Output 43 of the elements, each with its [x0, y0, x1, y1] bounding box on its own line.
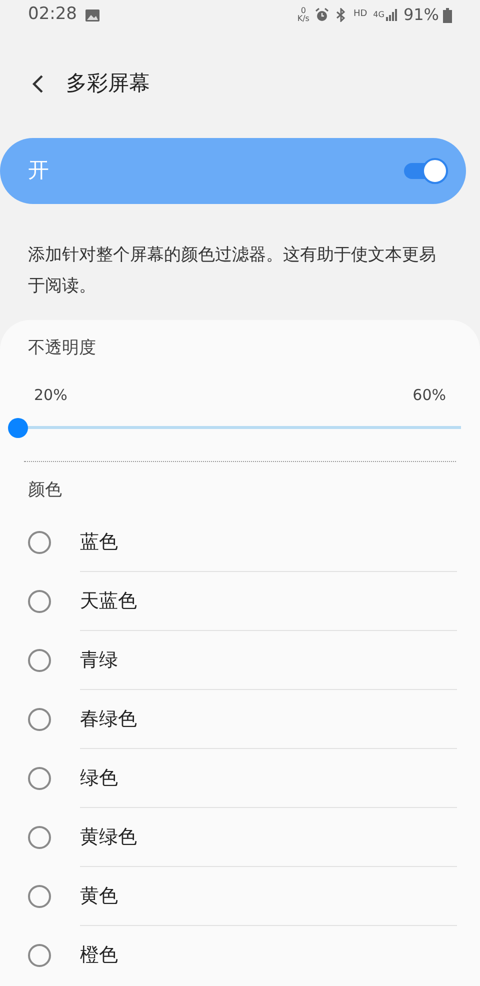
network-type: 4G — [373, 9, 384, 21]
bluetooth-icon — [335, 8, 348, 22]
opacity-title: 不透明度 — [27, 337, 96, 360]
radio-button[interactable] — [28, 708, 51, 731]
radio-button[interactable] — [28, 826, 51, 849]
color-option[interactable]: 春绿色 — [0, 690, 480, 749]
option-label: 青绿 — [80, 648, 118, 673]
option-label: 绿色 — [80, 766, 118, 791]
image-icon — [85, 8, 100, 22]
color-option[interactable]: 青绿 — [0, 631, 480, 690]
toggle-switch[interactable] — [404, 158, 448, 184]
option-label: 黄绿色 — [80, 824, 137, 850]
radio-button[interactable] — [28, 944, 51, 967]
color-option[interactable]: 黄色 — [0, 867, 480, 926]
color-title: 颜色 — [27, 478, 62, 502]
color-option[interactable]: 天蓝色 — [0, 572, 480, 631]
option-label: 春绿色 — [80, 706, 137, 732]
radio-button[interactable] — [28, 767, 51, 790]
option-label: 蓝色 — [80, 530, 118, 555]
option-label: 黄色 — [80, 884, 118, 909]
switch-label: 开 — [28, 157, 49, 184]
page-title: 多彩屏幕 — [66, 70, 150, 98]
slider-thumb[interactable] — [8, 418, 28, 438]
min-label: 20% — [34, 385, 68, 406]
network-speed: 0 K/s — [297, 7, 310, 23]
signal-icon — [386, 9, 398, 21]
status-time: 02:28 — [28, 3, 77, 26]
color-option[interactable]: 绿色 — [0, 749, 480, 808]
option-label: 天蓝色 — [80, 588, 137, 614]
alarm-icon — [315, 8, 330, 22]
hd-indicator: HD — [353, 8, 368, 22]
color-option[interactable]: 橙色 — [0, 926, 480, 985]
color-option[interactable]: 蓝色 — [0, 513, 480, 572]
description-text: 添加针对整个屏幕的颜色过滤器。这有助于使文本更易于阅读。 — [27, 244, 437, 298]
radio-button[interactable] — [28, 590, 51, 613]
battery-icon — [443, 8, 452, 22]
battery-percent: 91% — [403, 4, 439, 26]
radio-button[interactable] — [28, 649, 51, 672]
color-option[interactable]: 黄绿色 — [0, 808, 480, 867]
radio-button[interactable] — [28, 885, 51, 908]
max-label: 60% — [412, 385, 446, 406]
option-label: 橙色 — [80, 943, 118, 968]
radio-button[interactable] — [28, 531, 51, 554]
